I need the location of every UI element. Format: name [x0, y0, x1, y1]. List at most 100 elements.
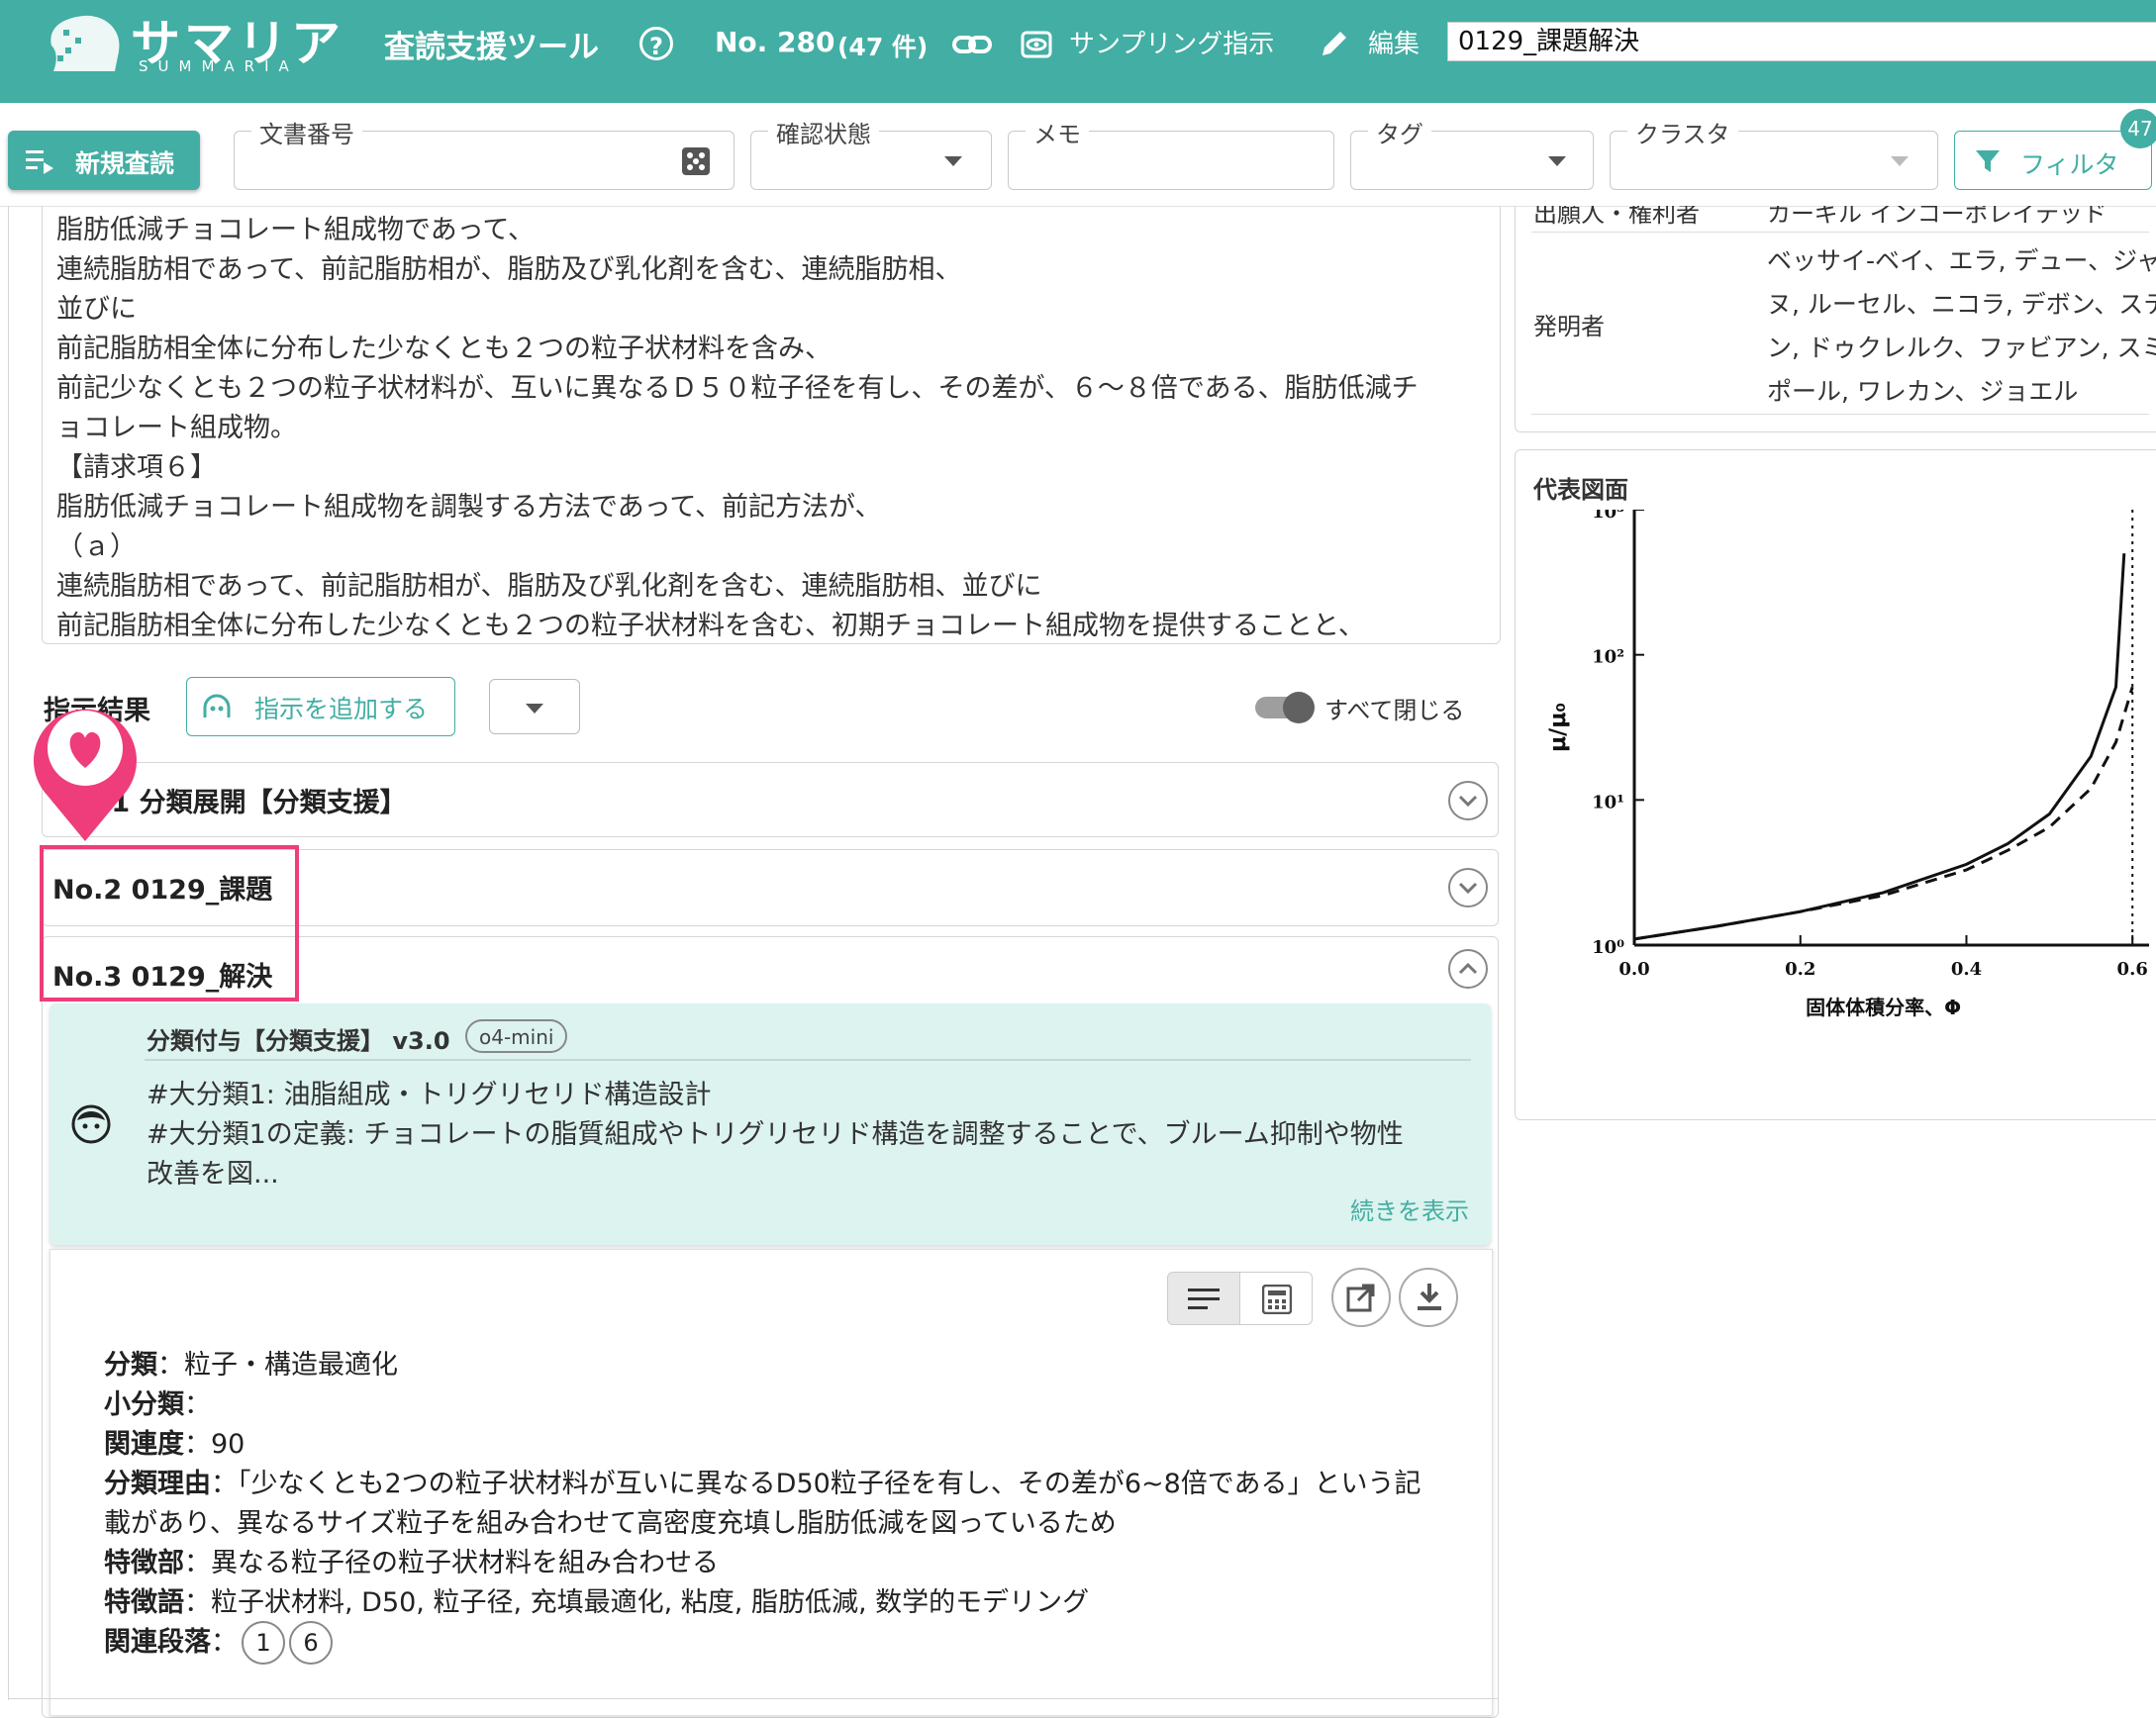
download-button[interactable] [1399, 1268, 1458, 1327]
instruction-dropdown-button[interactable] [489, 679, 580, 734]
field-key: 関連度 [104, 1429, 184, 1460]
figure-heading: 代表図面 [1533, 476, 1628, 504]
claim-line: ョコレート組成物。 [56, 413, 297, 443]
field-value: 載があり、異なるサイズ粒子を組み合わせて高密度充填し脂肪低減を図っているため [104, 1508, 1117, 1539]
left-frame-line [8, 206, 9, 1700]
claim-line: 脂肪低減チョコレート組成物を調製する方法であって、前記方法が、 [56, 492, 882, 523]
status-label: 確認状態 [768, 115, 879, 149]
x-tick-label: 0.4 [1951, 959, 1982, 980]
table-view-button[interactable] [1239, 1272, 1313, 1325]
tag-dropdown-icon [1548, 156, 1566, 166]
add-instruction-label: 指示を追加する [254, 695, 429, 723]
cluster-dropdown-icon [1891, 156, 1909, 166]
status-dropdown-icon [944, 156, 962, 166]
info-divider [1531, 414, 2149, 415]
logo-head-icon [50, 15, 120, 72]
claim-line: 並びに [56, 294, 137, 325]
bottom-frame-line [8, 1698, 1499, 1699]
ai-divider [145, 1059, 1471, 1061]
info-divider [1531, 232, 2149, 233]
claim-line: 脂肪低減チョコレート組成物であって、 [56, 215, 536, 245]
show-more-link[interactable]: 続きを表示 [1350, 1192, 1469, 1226]
doc-number-label: 文書番号 [251, 115, 362, 149]
field-value: ：「少なくとも2つの粒子状材料が互いに異なるD50粒子径を有し、その差が6~8倍… [211, 1469, 1421, 1499]
text-lines-icon [1188, 1288, 1220, 1309]
document-number: No. 280 [715, 26, 835, 58]
field-key: 分類 [104, 1350, 157, 1381]
x-tick-label: 0.2 [1785, 959, 1815, 980]
open-external-button[interactable] [1331, 1268, 1391, 1327]
series-line [1633, 686, 2134, 941]
y-axis-label: μ/μ₀ [1546, 703, 1571, 752]
x-axis-label: 固体体積分率、Φ [1806, 996, 1961, 1019]
eye-icon [1021, 31, 1052, 58]
claim-line: 前記脂肪相全体に分布した少なくとも２つの粒子状材料を含む、初期チョコレート組成物… [56, 611, 1365, 641]
representative-figure-panel: 代表図面 10⁰ 10¹ 10² 10³ 0.0 0.2 0.4 0.6 Φmax1 μ/μ₀ 固体… [1515, 449, 2156, 1120]
viscosity-chart: 10⁰ 10¹ 10² 10³ 0.0 0.2 0.4 0.6 Φmax1 μ/μ₀ 固体体積分率、… [1546, 510, 2154, 1019]
ai-text-line: 改善を図... [147, 1159, 279, 1190]
dice-icon[interactable] [681, 146, 711, 176]
new-review-label: 新規査読 [75, 149, 175, 178]
field-key: 特徴語 [104, 1587, 184, 1618]
add-list-icon [26, 150, 53, 174]
app-header: サマリア SUMMARIA 査読支援ツール ? No. 280 (47 件) サ… [0, 0, 2156, 103]
inventor-line: ポール, ワレカン、ジョエル [1767, 377, 2079, 406]
sampling-button[interactable]: サンプリング指示 [1069, 24, 1274, 60]
ai-text-line: #大分類1: 油脂組成・トリグリセリド構造設計 [147, 1080, 712, 1110]
paragraph-chip[interactable]: 6 [289, 1621, 333, 1665]
close-all-toggle[interactable] [1255, 692, 1315, 723]
claim-line: 連続脂肪相であって、前記脂肪相が、脂肪及び乳化剤を含む、連続脂肪相、並びに [56, 571, 1042, 602]
app-title: 査読支援ツール [384, 30, 599, 65]
x-tick-label: 0.6 [2117, 959, 2148, 980]
claim-line: 【請求項６】 [56, 452, 217, 483]
series-line [1633, 553, 2126, 941]
ai-text-line: #大分類1の定義: チョコレートの脂質組成やトリグリセリド構造を調整することで、… [147, 1119, 1404, 1150]
highlight-box [40, 845, 299, 1002]
result-accordion-1[interactable]: No.1 分類展開【分類支援】 [42, 762, 1499, 837]
filter-button[interactable]: フィルタ [1954, 131, 2152, 190]
text-view-button[interactable] [1167, 1272, 1240, 1325]
field-key: 小分類 [104, 1389, 184, 1420]
field-value: ：90 [184, 1429, 245, 1460]
field-value: ： [211, 1627, 238, 1658]
paragraph-chip[interactable]: 1 [242, 1621, 285, 1665]
link-icon[interactable] [952, 28, 994, 61]
field-key: 特徴部 [104, 1548, 184, 1578]
phi-max-annotation: Φmax1 [2093, 510, 2154, 512]
pencil-icon [1323, 32, 1346, 55]
assistant-avatar-icon [71, 1104, 111, 1144]
y-tick-label: 10¹ [1592, 792, 1624, 812]
inventor-line: ン, ドゥクレルク、ファビアン, スミ [1767, 334, 2156, 362]
x-tick-label: 0.0 [1618, 959, 1649, 980]
claim-line: 前記脂肪相全体に分布した少なくとも２つの粒子状材料を含み、 [56, 334, 832, 364]
ai-classification-block: 分類付与【分類支援】 v3.0 o4-mini #大分類1: 油脂組成・トリグリ… [49, 1003, 1491, 1245]
classification-result-card: 分類：粒子・構造最適化 小分類： 関連度：90 分類理由：「少なくとも2つの粒子… [49, 1249, 1493, 1716]
y-tick-label: 10⁰ [1592, 937, 1624, 958]
field-key: 関連段落 [104, 1627, 211, 1658]
edit-button[interactable]: 編集 [1368, 24, 1420, 60]
inventor-line: ヌ, ルーセル、ニコラ, デボン、ステ [1767, 290, 2156, 319]
claim-line: 連続脂肪相であって、前記脂肪相が、脂肪及び乳化剤を含む、連続脂肪相、 [56, 254, 962, 285]
applicant-value: カーギル インコーポレイテッド [1767, 206, 2107, 228]
applicant-label: 出願人・権利者 [1533, 206, 1700, 228]
field-value: ：粒子状材料, D50, 粒子径, 充填最適化, 粘度, 脂肪低減, 数学的モデ… [184, 1587, 1090, 1618]
inventor-label: 発明者 [1533, 313, 1605, 340]
chevron-down-icon[interactable] [1448, 868, 1488, 907]
logo-subtext: SUMMARIA [139, 57, 299, 75]
bibliographic-info-panel: 出願人・権利者 カーギル インコーポレイテッド 発明者 ベッサイ-ベイ、エラ, … [1515, 206, 2156, 432]
chevron-down-icon[interactable] [1448, 781, 1488, 820]
filter-icon [1976, 150, 2000, 172]
question-circle-icon[interactable]: ? [639, 27, 673, 60]
claim-line: 前記少なくとも２つの粒子状材料が、互いに異なるＤ５０粒子径を有し、その差が、６～… [56, 373, 1419, 404]
filter-count-badge: 47 [2120, 109, 2156, 148]
add-instruction-button[interactable]: 指示を追加する [186, 677, 455, 736]
open-external-icon [1346, 1284, 1375, 1312]
tag-label: タグ [1368, 115, 1431, 149]
new-review-button[interactable]: 新規査読 [8, 131, 200, 190]
cluster-label: クラスタ [1627, 115, 1738, 149]
field-value: ： [184, 1389, 211, 1420]
title-input[interactable]: 0129_課題解決 [1447, 22, 2156, 61]
y-tick-label: 10² [1592, 647, 1624, 668]
filter-label: フィルタ [2020, 150, 2119, 179]
chevron-up-icon[interactable] [1448, 949, 1488, 989]
